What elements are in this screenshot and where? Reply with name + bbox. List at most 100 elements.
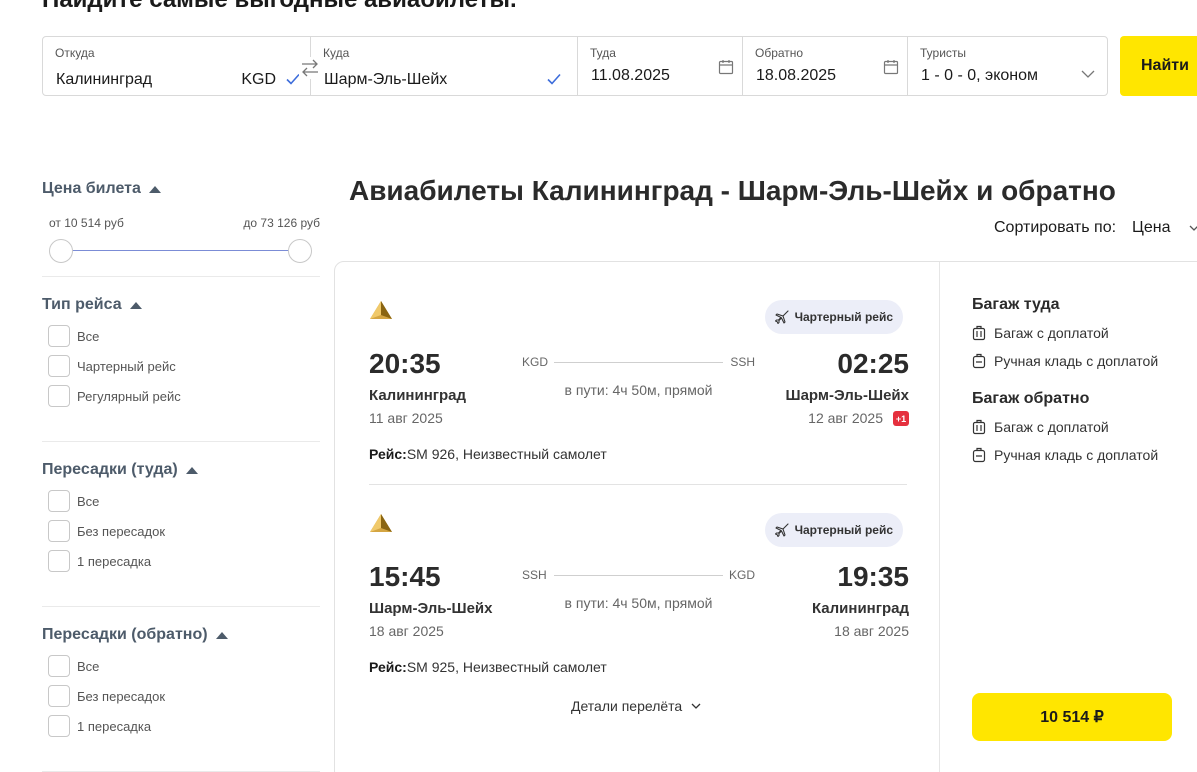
- price-slider-track: [61, 250, 311, 251]
- flight-info-value: SM 926, Неизвестный самолет: [406, 446, 607, 462]
- filter-option[interactable]: 1 пересадка: [42, 546, 320, 576]
- inbound-leg: Чартерный рейс 15:45 19:35 SSH KGD в пут…: [369, 513, 909, 693]
- depart-label: Туда: [590, 46, 616, 60]
- price-max-label: до 73 126 руб: [243, 216, 320, 230]
- flight-info-value: SM 925, Неизвестный самолет: [406, 659, 607, 675]
- checkbox[interactable]: [48, 685, 70, 707]
- price-button[interactable]: 10 514 ₽: [972, 693, 1172, 741]
- airline-logo-icon: [370, 514, 392, 532]
- carry-on-item: Ручная кладь с доплатой: [972, 447, 1158, 463]
- calendar-icon[interactable]: [718, 59, 734, 75]
- flight-details-link[interactable]: Детали перелёта: [571, 698, 701, 714]
- arrival-date: 18 авг 2025: [834, 623, 909, 639]
- carry-on-label: Ручная кладь с доплатой: [994, 353, 1159, 369]
- calendar-icon[interactable]: [883, 59, 899, 75]
- find-button[interactable]: Найти: [1120, 36, 1197, 96]
- filter-option-label: 1 пересадка: [77, 718, 152, 734]
- filter-divider: [42, 276, 320, 277]
- checkbox[interactable]: [48, 655, 70, 677]
- filter-option[interactable]: Без пересадок: [42, 516, 320, 546]
- backpack-icon: [972, 447, 986, 463]
- chevron-down-icon[interactable]: [1081, 69, 1095, 79]
- arrival-time: 19:35: [837, 561, 909, 592]
- arrival-city: Шарм-Эль-Шейх: [785, 387, 910, 404]
- route-line-bar: [554, 575, 723, 576]
- filter-option[interactable]: Все: [42, 321, 320, 351]
- filter-option-label: Все: [77, 328, 100, 344]
- collapse-up-icon: [129, 301, 142, 309]
- price-slider[interactable]: [49, 239, 312, 263]
- route-line-bar: [554, 362, 723, 363]
- flight-details-label: Детали перелёта: [571, 698, 683, 714]
- charter-badge: Чартерный рейс: [764, 300, 903, 334]
- sort-control[interactable]: Сортировать по: Цена: [994, 219, 1171, 237]
- flight-duration: в пути: 4ч 50м, прямой: [564, 382, 713, 398]
- to-field[interactable]: Куда Шарм-Эль-Шейх: [310, 36, 578, 96]
- departure-code: SSH: [522, 568, 547, 582]
- flight-info-label: Рейс:: [369, 659, 407, 675]
- tourists-value: 1 - 0 - 0, эконом: [921, 67, 1038, 84]
- price-filter-title[interactable]: Цена билета: [42, 180, 320, 198]
- stops-back-filter-title[interactable]: Пересадки (обратно): [42, 626, 320, 644]
- stops-out-filter-title[interactable]: Пересадки (туда): [42, 461, 320, 479]
- checkbox[interactable]: [48, 355, 70, 377]
- price-min-label: от 10 514 руб: [49, 216, 124, 230]
- collapse-up-icon: [148, 185, 161, 193]
- return-value: 18.08.2025: [756, 67, 837, 84]
- to-value: Шарм-Эль-Шейх: [324, 71, 448, 88]
- arrival-city: Калининград: [811, 600, 909, 617]
- depart-value: 11.08.2025: [591, 67, 670, 84]
- filter-option-label: Чартерный рейс: [77, 358, 176, 374]
- checked-baggage-item: Багаж с доплатой: [972, 325, 1109, 341]
- stops-back-filter: Пересадки (обратно) Все Без пересадок 1 …: [42, 626, 320, 741]
- return-date-field[interactable]: Обратно 18.08.2025: [742, 36, 908, 96]
- filter-option-label: Все: [77, 658, 100, 674]
- filter-divider: [42, 441, 320, 442]
- baggage-out-title: Багаж туда: [972, 296, 1060, 313]
- checkbox[interactable]: [48, 550, 70, 572]
- leg-divider: [369, 484, 907, 485]
- carry-on-label: Ручная кладь с доплатой: [994, 447, 1159, 463]
- results-title: Авиабилеты Калининград - Шарм-Эль-Шейх и…: [349, 175, 1116, 206]
- filter-option[interactable]: Без пересадок: [42, 681, 320, 711]
- route-line: KGD SSH: [522, 355, 755, 369]
- arrival-date: 12 авг 2025: [808, 410, 883, 426]
- route-line: SSH KGD: [522, 568, 755, 582]
- flight-type-filter: Тип рейса Все Чартерный рейс Регулярный …: [42, 296, 320, 411]
- checkbox[interactable]: [48, 490, 70, 512]
- arrival-code: KGD: [728, 568, 755, 582]
- offer-card: Чартерный рейс 20:35 02:25 KGD SSH в пут…: [334, 261, 1197, 772]
- flight-info: Рейс:SM 925, Неизвестный самолет: [369, 659, 607, 675]
- arrival-code: SSH: [730, 355, 755, 369]
- charter-badge-label: Чартерный рейс: [794, 310, 893, 324]
- outbound-leg: Чартерный рейс 20:35 02:25 KGD SSH в пут…: [369, 300, 909, 480]
- checkbox[interactable]: [48, 385, 70, 407]
- offer-baggage: Багаж туда Багаж с доплатой Ручная кладь…: [972, 262, 1197, 772]
- tourists-label: Туристы: [920, 46, 967, 60]
- departure-time: 15:45: [369, 561, 441, 592]
- filter-option[interactable]: 1 пересадка: [42, 711, 320, 741]
- checkbox[interactable]: [48, 325, 70, 347]
- filter-option[interactable]: Регулярный рейс: [42, 381, 320, 411]
- price-slider-max-handle[interactable]: [288, 239, 312, 263]
- filter-option[interactable]: Чартерный рейс: [42, 351, 320, 381]
- filter-option[interactable]: Все: [42, 651, 320, 681]
- checkbox[interactable]: [48, 520, 70, 542]
- flight-type-filter-title[interactable]: Тип рейса: [42, 296, 320, 314]
- arrival-time: 02:25: [837, 348, 909, 379]
- stops-out-filter: Пересадки (туда) Все Без пересадок 1 пер…: [42, 461, 320, 576]
- from-field[interactable]: Откуда Калининград KGD: [42, 36, 321, 96]
- price-slider-min-handle[interactable]: [49, 239, 73, 263]
- depart-date-field[interactable]: Туда 11.08.2025: [577, 36, 743, 96]
- checked-baggage-item: Багаж с доплатой: [972, 419, 1109, 435]
- filter-option[interactable]: Все: [42, 486, 320, 516]
- tourists-field[interactable]: Туристы 1 - 0 - 0, эконом: [907, 36, 1108, 96]
- checkbox[interactable]: [48, 715, 70, 737]
- sort-value: Цена: [1132, 219, 1171, 236]
- swap-icon[interactable]: [299, 57, 321, 79]
- chevron-down-icon[interactable]: [1189, 223, 1197, 233]
- departure-code: KGD: [522, 355, 549, 369]
- flight-duration: в пути: 4ч 50м, прямой: [564, 595, 713, 611]
- checked-baggage-label: Багаж с доплатой: [994, 419, 1109, 435]
- departure-city: Калининград: [369, 387, 467, 404]
